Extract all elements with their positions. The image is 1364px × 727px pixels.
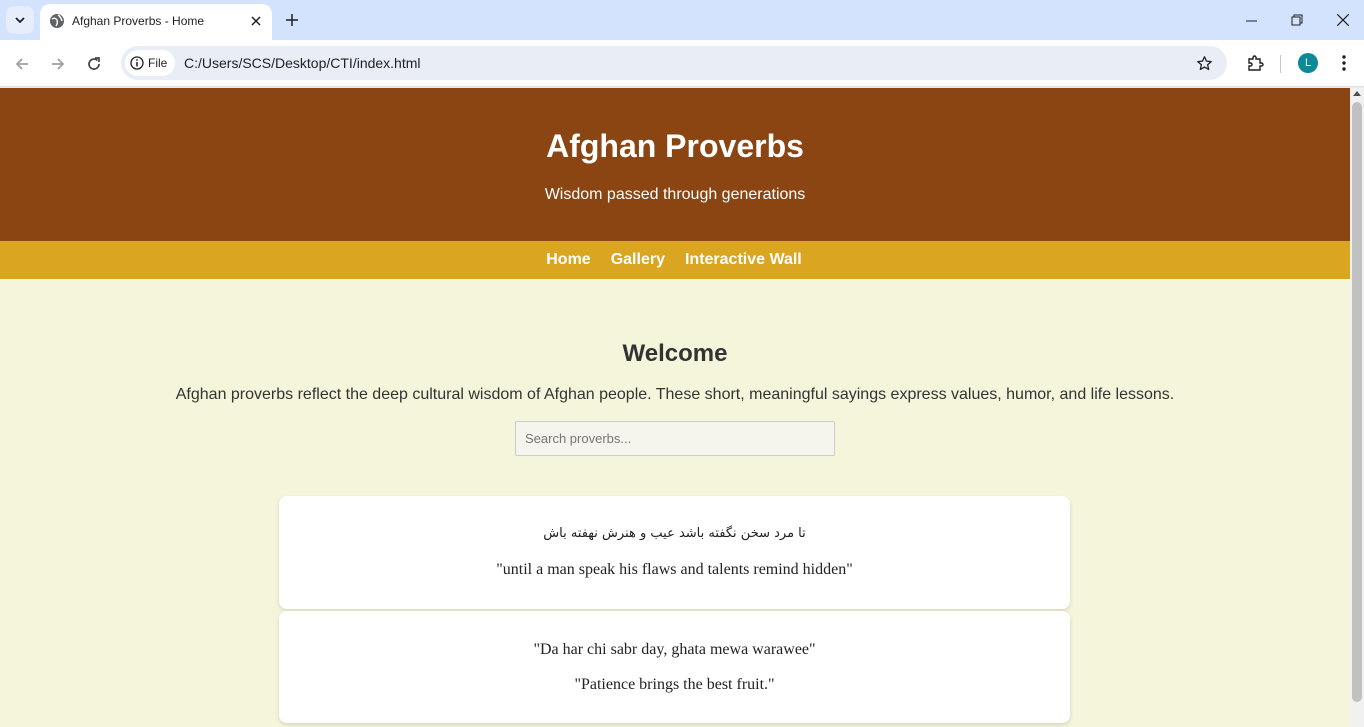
proverb-original: تا مرد سخن نگفته باشد عیب و هنرش نهفته ب…	[543, 526, 806, 541]
back-button[interactable]	[8, 50, 36, 78]
nav-link-home[interactable]: Home	[546, 251, 590, 269]
page-viewport: Afghan Proverbs Wisdom passed through ge…	[0, 88, 1350, 727]
tab-close-button[interactable]	[247, 12, 265, 30]
browser-menu-button[interactable]	[1333, 51, 1355, 75]
search-input[interactable]	[515, 421, 835, 456]
nav-link-interactive-wall[interactable]: Interactive Wall	[685, 251, 802, 269]
arrow-right-icon	[52, 58, 65, 70]
close-icon	[251, 16, 261, 26]
scroll-thumb[interactable]	[1352, 102, 1362, 702]
new-tab-button[interactable]	[281, 9, 303, 31]
toolbar-divider	[1280, 55, 1281, 73]
chip-label: File	[148, 56, 168, 70]
star-icon	[1196, 55, 1212, 70]
puzzle-icon	[1248, 55, 1264, 71]
proverb-translation: "until a man speak his flaws and talents…	[496, 561, 853, 578]
more-vert-icon	[1342, 55, 1346, 71]
chevron-down-icon	[15, 17, 25, 24]
reload-button[interactable]	[80, 50, 108, 78]
site-title: Afghan Proverbs	[546, 128, 804, 164]
nav-link-gallery[interactable]: Gallery	[611, 251, 665, 269]
scroll-up-arrow-icon[interactable]	[1353, 91, 1361, 96]
proverb-card: تا مرد سخن نگفته باشد عیب و هنرش نهفته ب…	[279, 496, 1070, 609]
close-window-button[interactable]	[1320, 0, 1364, 40]
profile-avatar[interactable]: L	[1298, 53, 1318, 73]
proverb-original: "Da har chi sabr day, ghata mewa warawee…	[533, 641, 816, 658]
tab-title: Afghan Proverbs - Home	[72, 14, 205, 28]
site-subtitle: Wisdom passed through generations	[544, 186, 806, 203]
browser-tab[interactable]: Afghan Proverbs - Home	[40, 4, 272, 40]
proverb-card: "Da har chi sabr day, ghata mewa warawee…	[279, 611, 1070, 723]
globe-icon	[50, 14, 64, 28]
bookmark-button[interactable]	[1193, 52, 1215, 74]
intro-text: Afghan proverbs reflect the deep cultura…	[175, 386, 1175, 403]
arrow-left-icon	[15, 58, 28, 70]
restore-icon	[1291, 14, 1303, 26]
tab-strip: Afghan Proverbs - Home	[0, 0, 1364, 40]
forward-button[interactable]	[44, 50, 72, 78]
site-nav: Home Gallery Interactive Wall	[0, 241, 1350, 279]
proverb-translation: "Patience brings the best fruit."	[574, 676, 775, 693]
url-text[interactable]: C:/Users/SCS/Desktop/CTI/index.html	[184, 55, 421, 71]
tab-search-button[interactable]	[6, 6, 34, 34]
reload-icon	[88, 57, 100, 70]
plus-icon	[286, 14, 298, 26]
info-icon	[130, 56, 144, 70]
extensions-button[interactable]	[1243, 51, 1267, 75]
page-scrollbar[interactable]	[1350, 88, 1364, 727]
address-bar[interactable]: File C:/Users/SCS/Desktop/CTI/index.html	[121, 46, 1227, 80]
browser-toolbar: File C:/Users/SCS/Desktop/CTI/index.html…	[0, 40, 1364, 87]
site-header: Afghan Proverbs Wisdom passed through ge…	[0, 88, 1350, 241]
close-icon	[1337, 14, 1349, 26]
minimize-button[interactable]	[1228, 0, 1274, 40]
site-info-chip[interactable]: File	[125, 50, 175, 76]
welcome-heading: Welcome	[622, 340, 728, 367]
minimize-icon	[1245, 20, 1257, 21]
restore-button[interactable]	[1274, 0, 1320, 40]
